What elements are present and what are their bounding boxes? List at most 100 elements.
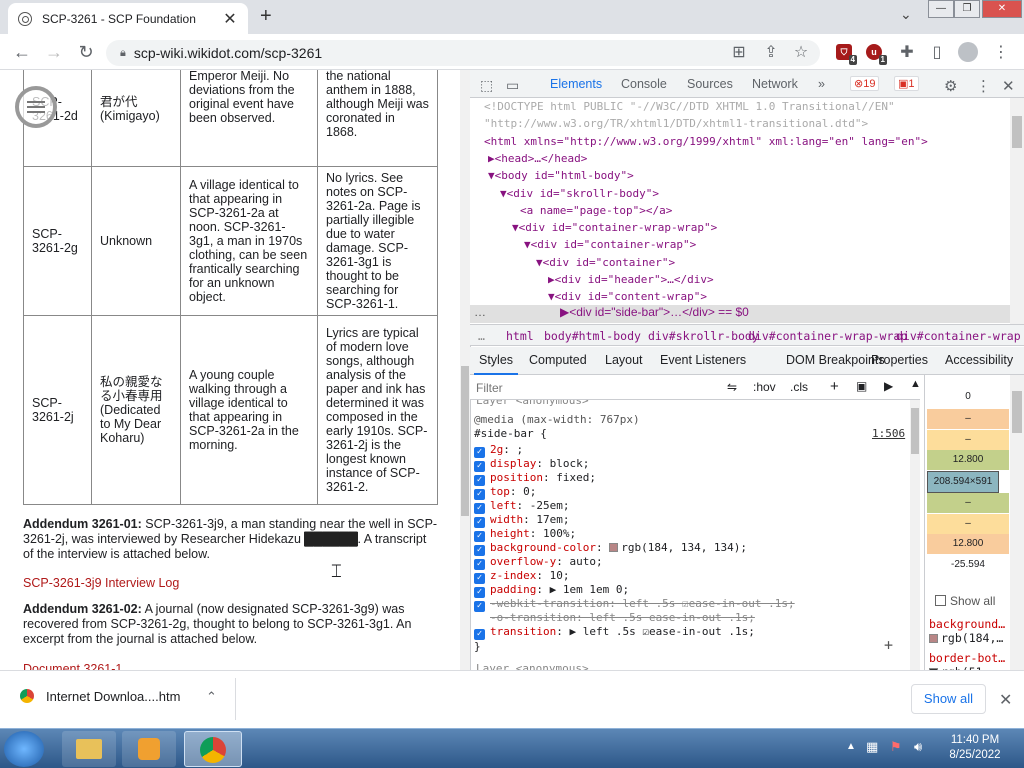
computed-prop[interactable]: border-bot…: [929, 651, 1005, 665]
start-button-icon[interactable]: [4, 731, 44, 767]
computed-scrollbar[interactable]: [1010, 375, 1024, 670]
tab-sources[interactable]: Sources: [687, 77, 733, 91]
tab-network[interactable]: Network: [752, 77, 798, 91]
dom-line[interactable]: ▼<body id="html-body">: [488, 167, 634, 184]
tab-computed[interactable]: Computed: [529, 353, 587, 367]
tab-accessibility[interactable]: Accessibility: [945, 353, 1013, 367]
profile-avatar-icon[interactable]: [958, 42, 978, 62]
tab-properties[interactable]: Properties: [871, 353, 928, 367]
inspect-element-icon[interactable]: ⬚: [480, 77, 493, 94]
interview-log-link[interactable]: SCP-3261-3j9 Interview Log: [23, 576, 439, 591]
address-bar[interactable]: 🔒︎ scp-wiki.wikidot.com/scp-3261: [106, 40, 820, 66]
dom-line[interactable]: ▼<div id="container">: [536, 254, 675, 271]
devtools-close-icon[interactable]: ✕: [1002, 77, 1015, 95]
minimize-button[interactable]: —: [928, 0, 954, 18]
css-declaration[interactable]: ✓ height: 100%;: [474, 527, 576, 542]
media-player-icon[interactable]: [122, 731, 176, 767]
new-rule-icon[interactable]: +: [830, 378, 839, 395]
system-clock[interactable]: 11:40 PM 8/25/2022: [935, 733, 1015, 763]
breadcrumb-item[interactable]: body#html-body: [544, 329, 641, 343]
dom-line-selected[interactable]: ▶<div id="side-bar">…</div> == $0: [560, 305, 749, 319]
css-declaration[interactable]: ✓ z-index: 10;: [474, 569, 569, 584]
dom-line[interactable]: ▼<div id="container-wrap">: [524, 236, 696, 253]
dom-line[interactable]: "http://www.w3.org/TR/xhtml1/DTD/xhtml1-…: [484, 115, 868, 132]
side-panel-icon[interactable]: ▯: [926, 42, 948, 62]
selected-dom-row[interactable]: … ▶<div id="side-bar">…</div> == $0: [470, 305, 1012, 323]
breadcrumb-item[interactable]: div#container-wrap-wrap: [748, 329, 907, 343]
show-all-downloads-button[interactable]: Show all: [911, 684, 986, 714]
breadcrumb-item[interactable]: div#skrollr-body: [648, 329, 759, 343]
browser-tab[interactable]: SCP-3261 - SCP Foundation ✕: [8, 3, 248, 34]
close-downloads-icon[interactable]: ✕: [999, 690, 1012, 710]
css-declaration[interactable]: ✓ background-color: rgb(184, 134, 134);: [474, 541, 747, 556]
settings-gear-icon[interactable]: ⚙: [944, 77, 957, 95]
dom-line[interactable]: <a name="page-top"></a>: [520, 202, 672, 219]
computed-sidebar-icon[interactable]: ▣: [856, 379, 867, 393]
chevron-up-icon[interactable]: ⌃: [206, 689, 217, 704]
share-icon[interactable]: ⇪: [760, 42, 782, 62]
tab-search-icon[interactable]: ⌄: [900, 6, 912, 23]
devtools-menu-icon[interactable]: ⋮: [976, 77, 991, 95]
bookmark-star-icon[interactable]: ☆: [790, 42, 812, 62]
css-declaration[interactable]: ✓ width: 17em;: [474, 513, 570, 528]
add-declaration-icon[interactable]: +: [884, 638, 893, 653]
css-declaration-overridden[interactable]: ✓ -webkit-transition: left .5s ☑ease-in-o…: [474, 597, 795, 612]
css-declaration[interactable]: ✓ top: 0;: [474, 485, 536, 500]
download-item[interactable]: Internet Downloa....htm ⌃: [20, 689, 217, 705]
css-declaration[interactable]: ✓ 2g: ;: [474, 443, 523, 458]
tab-layout[interactable]: Layout: [605, 353, 643, 367]
reload-icon[interactable]: ↻: [76, 42, 96, 63]
ublock-icon[interactable]: u1: [866, 44, 887, 65]
scroll-up-icon[interactable]: ▲: [910, 378, 921, 390]
device-toolbar-icon[interactable]: ▭: [506, 77, 519, 94]
restore-button[interactable]: ❐: [954, 0, 980, 18]
file-explorer-icon[interactable]: [62, 731, 116, 767]
css-declaration[interactable]: ✓ left: -25em;: [474, 499, 570, 514]
styles-scrollbar[interactable]: [910, 400, 920, 670]
breadcrumb-item[interactable]: div#container-wrap: [896, 329, 1021, 343]
styles-filter-input[interactable]: [472, 378, 712, 397]
back-arrow-icon[interactable]: ←: [12, 42, 32, 63]
page-scrollbar-thumb[interactable]: [461, 366, 469, 516]
toggle-render-icon[interactable]: ⇋: [727, 380, 737, 394]
translate-icon[interactable]: ⊞: [728, 42, 750, 62]
network-icon[interactable]: ▦: [866, 739, 878, 755]
css-declaration[interactable]: ✓ overflow-y: auto;: [474, 555, 603, 570]
dom-line[interactable]: ▼<div id="skrollr-body">: [500, 185, 659, 202]
elements-scrollbar[interactable]: [1010, 98, 1024, 324]
tab-close-icon[interactable]: ✕: [222, 9, 238, 29]
breadcrumb-item[interactable]: html: [506, 329, 534, 343]
chrome-taskbar-icon[interactable]: [184, 731, 242, 767]
hov-button[interactable]: :hov: [753, 380, 776, 394]
puzzle-extensions-icon[interactable]: ✚: [896, 42, 918, 62]
dom-line[interactable]: ▼<div id="container-wrap-wrap">: [512, 219, 717, 236]
css-declaration[interactable]: ✓ display: block;: [474, 457, 589, 472]
css-declaration[interactable]: ✓ transition: ▶ left .5s ☑ease-in-out .1s…: [474, 625, 755, 640]
issues-badge[interactable]: ▣1: [894, 76, 919, 91]
cls-button[interactable]: .cls: [790, 380, 808, 394]
close-window-button[interactable]: ✕: [982, 0, 1022, 18]
dom-line[interactable]: ▶<div id="header">…</div>: [548, 271, 714, 288]
errors-badge[interactable]: ⊗19: [850, 76, 880, 91]
extension-shield-icon[interactable]: ⛉ 4: [836, 44, 857, 65]
tab-event-listeners[interactable]: Event Listeners: [660, 353, 746, 367]
show-all-checkbox[interactable]: Show all: [935, 594, 995, 608]
toggle-sidebar-icon[interactable]: ▶: [884, 379, 893, 393]
tab-elements[interactable]: Elements: [541, 77, 611, 100]
hamburger-menu-button[interactable]: [15, 86, 57, 128]
volume-icon[interactable]: 🔊︎: [914, 739, 922, 755]
source-link[interactable]: 1:506: [872, 427, 905, 441]
dom-line[interactable]: ▼<div id="content-wrap">: [548, 288, 707, 305]
tray-up-arrow-icon[interactable]: ▲: [846, 741, 856, 752]
css-declaration[interactable]: ✓ padding: ▶ 1em 1em 0;: [474, 583, 629, 598]
tab-styles[interactable]: Styles: [473, 353, 519, 375]
flag-icon[interactable]: ⚑: [890, 739, 902, 755]
dom-line[interactable]: ▶<head>…</head>: [488, 150, 587, 167]
tab-console[interactable]: Console: [621, 77, 667, 91]
menu-kebab-icon[interactable]: ⋮: [990, 42, 1012, 62]
new-tab-button[interactable]: +: [260, 5, 272, 28]
dom-line[interactable]: <html xmlns="http://www.w3.org/1999/xhtm…: [484, 133, 928, 150]
forward-arrow-icon[interactable]: →: [44, 42, 64, 63]
css-declaration[interactable]: ✓ position: fixed;: [474, 471, 596, 486]
computed-prop[interactable]: background…: [929, 617, 1005, 631]
